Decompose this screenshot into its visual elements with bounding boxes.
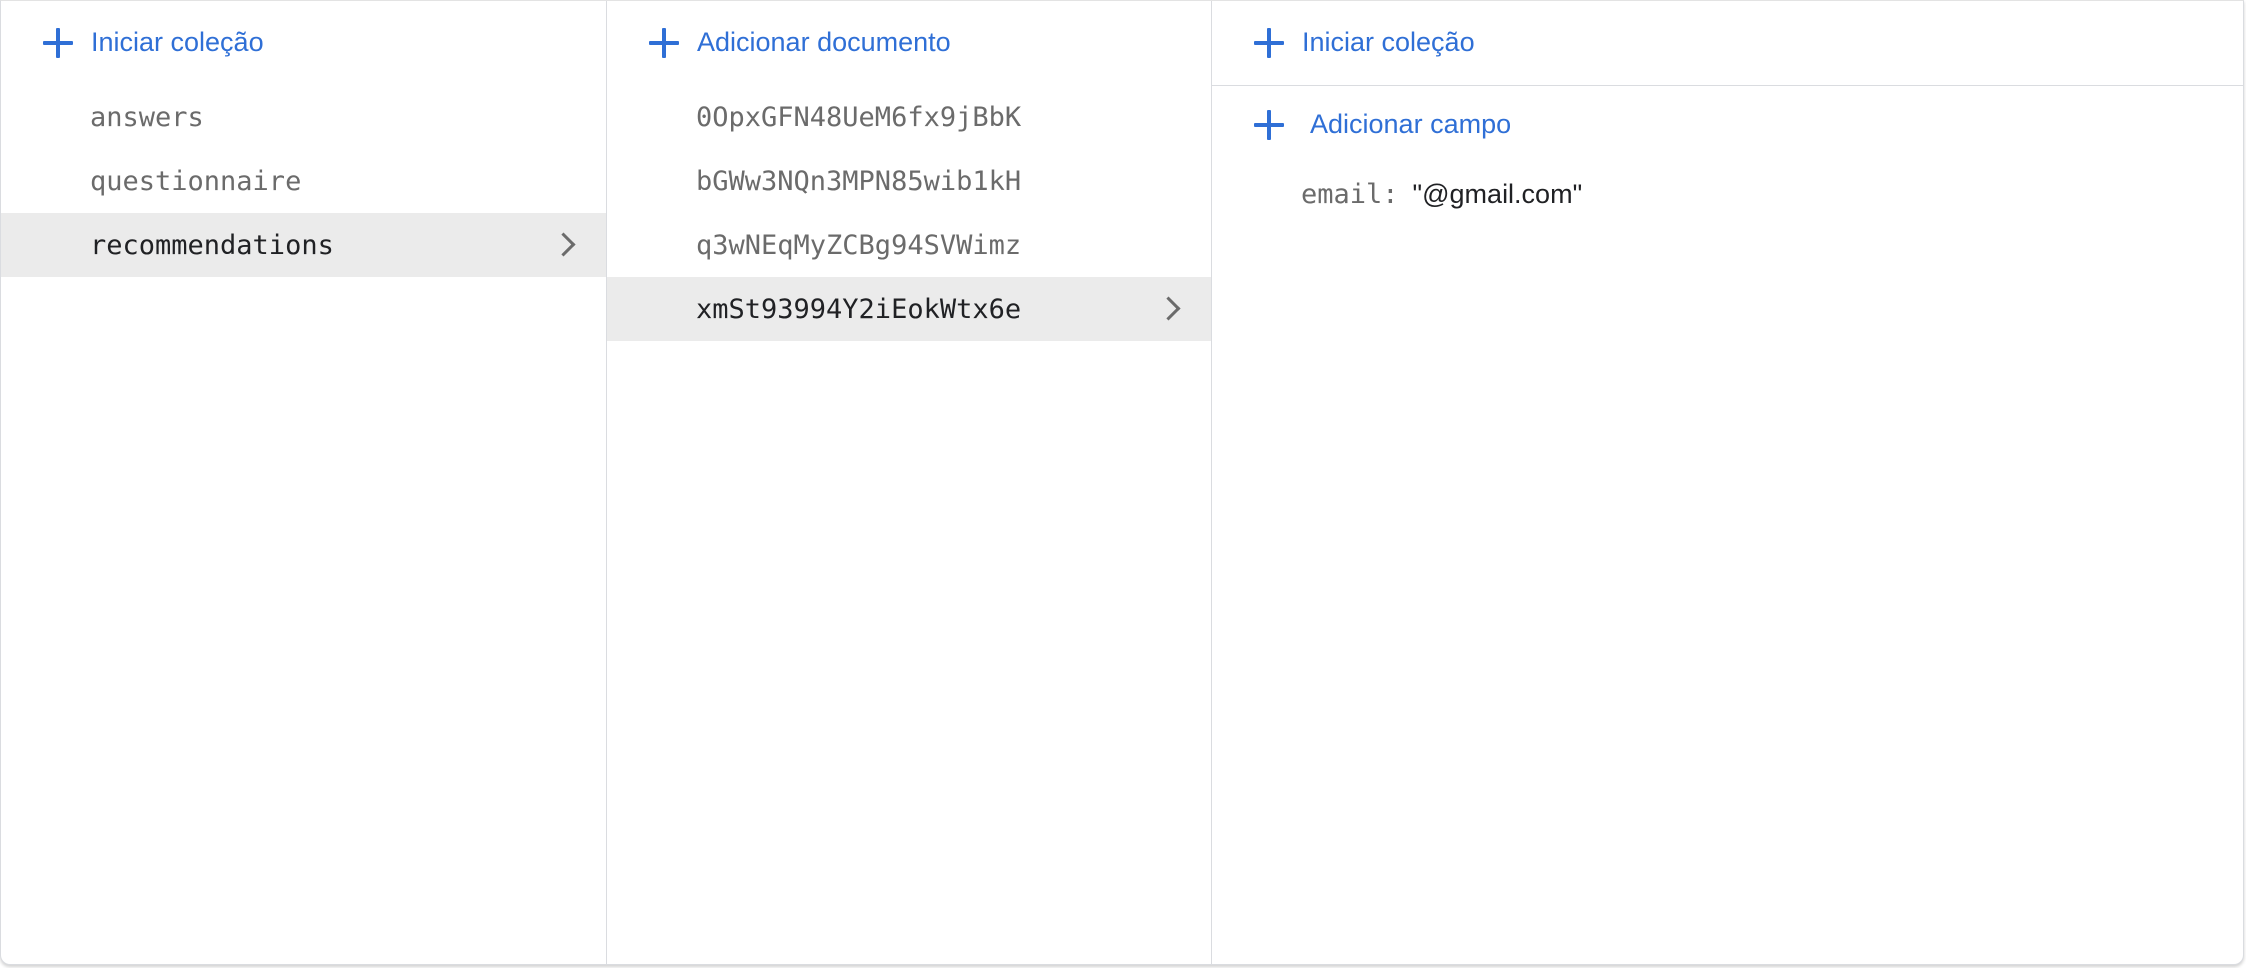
document-item-label: q3wNEqMyZCBg94SVWimz <box>696 229 1022 261</box>
documents-panel: Adicionar documento 0OpxGFN48UeM6fx9jBbK… <box>607 1 1212 964</box>
plus-icon <box>43 27 73 58</box>
field-separator: : <box>1382 179 1399 210</box>
document-item[interactable]: 0OpxGFN48UeM6fx9jBbK <box>607 85 1211 149</box>
document-item-selected[interactable]: xmSt93994Y2iEokWtx6e <box>607 277 1211 341</box>
start-subcollection-button[interactable]: Iniciar coleção <box>1254 27 1475 58</box>
document-item[interactable]: q3wNEqMyZCBg94SVWimz <box>607 213 1211 277</box>
field-value: "@gmail.com" <box>1412 179 1583 209</box>
plus-icon <box>1254 109 1284 140</box>
document-item-label: xmSt93994Y2iEokWtx6e <box>696 293 1022 325</box>
add-field-label: Adicionar campo <box>1310 109 1512 139</box>
add-document-label: Adicionar documento <box>697 27 951 57</box>
add-document-button[interactable]: Adicionar documento <box>649 27 951 58</box>
plus-icon <box>649 27 679 58</box>
collections-panel: Iniciar coleção answers questionnaire re… <box>1 1 607 964</box>
collection-item-label: questionnaire <box>90 165 302 197</box>
panel-divider <box>1212 85 2243 86</box>
fields-panel: Iniciar coleção Adicionar campo email : … <box>1212 1 2243 964</box>
add-field-button[interactable]: Adicionar campo <box>1254 109 1511 140</box>
document-item-label: 0OpxGFN48UeM6fx9jBbK <box>696 101 1022 133</box>
field-key: email <box>1301 179 1383 210</box>
collection-item-questionnaire[interactable]: questionnaire <box>1 149 606 213</box>
document-item-label: bGWw3NQn3MPN85wib1kH <box>696 165 1022 197</box>
chevron-right-icon <box>1156 296 1181 321</box>
start-collection-button[interactable]: Iniciar coleção <box>43 27 264 58</box>
collection-item-recommendations[interactable]: recommendations <box>1 213 606 277</box>
field-row-email[interactable]: email : "@gmail.com" <box>1301 179 1582 210</box>
chevron-right-icon <box>551 232 576 257</box>
firestore-data-viewer: Iniciar coleção answers questionnaire re… <box>0 0 2244 965</box>
document-item[interactable]: bGWw3NQn3MPN85wib1kH <box>607 149 1211 213</box>
collection-item-label: answers <box>90 101 204 133</box>
collection-item-answers[interactable]: answers <box>1 85 606 149</box>
start-subcollection-label: Iniciar coleção <box>1302 27 1475 57</box>
start-collection-label: Iniciar coleção <box>91 27 264 57</box>
collection-item-label: recommendations <box>90 229 334 261</box>
plus-icon <box>1254 27 1284 58</box>
